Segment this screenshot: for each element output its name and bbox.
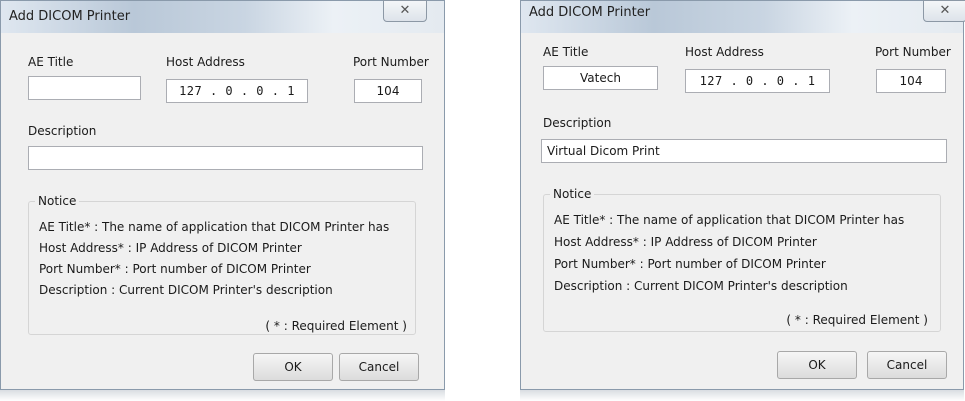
description-label: Description	[543, 116, 612, 130]
cancel-button[interactable]: Cancel	[339, 353, 419, 381]
notice-title: Notice	[35, 194, 80, 208]
port-number-input[interactable]: 104	[354, 79, 422, 103]
description-label: Description	[28, 124, 97, 138]
port-number-label: Port Number	[353, 55, 429, 69]
ae-title-input[interactable]: Vatech	[543, 66, 658, 90]
host-address-input[interactable]: 127 . 0 . 0 . 1	[166, 79, 308, 103]
close-icon: ✕	[399, 3, 411, 18]
port-number-label: Port Number	[875, 45, 951, 59]
title-bar[interactable]: Add DICOM Printer ✕	[1, 0, 444, 33]
dialog-add-dicom-printer-filled: Add DICOM Printer ✕ AE Title Host Addres…	[520, 0, 965, 390]
window-title: Add DICOM Printer	[9, 9, 131, 24]
notice-title: Notice	[550, 187, 595, 201]
dialog-add-dicom-printer-empty: Add DICOM Printer ✕ AE Title Host Addres…	[0, 0, 445, 390]
required-note: ( * : Required Element )	[265, 319, 407, 333]
notice-group: Notice AE Title* : The name of applicati…	[28, 194, 416, 335]
description-input[interactable]: Virtual Dicom Print	[541, 139, 947, 163]
notice-line: Description : Current DICOM Printer's de…	[39, 283, 333, 297]
dialog-shadow	[0, 390, 445, 401]
notice-line: Port Number* : Port number of DICOM Prin…	[39, 262, 311, 276]
notice-line: Host Address* : IP Address of DICOM Prin…	[554, 235, 817, 249]
ae-title-label: AE Title	[543, 45, 589, 59]
cancel-button[interactable]: Cancel	[867, 351, 947, 379]
notice-line: Host Address* : IP Address of DICOM Prin…	[39, 241, 302, 255]
title-bar[interactable]: Add DICOM Printer ✕	[521, 0, 965, 33]
description-input[interactable]	[28, 146, 423, 170]
required-note: ( * : Required Element )	[786, 313, 928, 327]
host-address-label: Host Address	[166, 55, 245, 69]
notice-line: AE Title* : The name of application that…	[554, 213, 905, 227]
ae-title-label: AE Title	[28, 55, 74, 69]
host-address-label: Host Address	[685, 45, 764, 59]
notice-line: AE Title* : The name of application that…	[39, 220, 390, 234]
ok-button[interactable]: OK	[253, 353, 333, 381]
window-title: Add DICOM Printer	[529, 5, 651, 20]
host-address-input[interactable]: 127 . 0 . 0 . 1	[685, 69, 830, 93]
ae-title-input[interactable]	[28, 76, 141, 100]
notice-group: Notice AE Title* : The name of applicati…	[543, 187, 941, 332]
notice-line: Port Number* : Port number of DICOM Prin…	[554, 257, 826, 271]
close-button[interactable]: ✕	[923, 0, 965, 22]
close-icon: ✕	[939, 3, 951, 18]
port-number-input[interactable]: 104	[876, 69, 946, 93]
close-button[interactable]: ✕	[383, 0, 427, 22]
dialog-shadow	[520, 390, 964, 401]
notice-line: Description : Current DICOM Printer's de…	[554, 279, 848, 293]
ok-button[interactable]: OK	[777, 351, 857, 379]
